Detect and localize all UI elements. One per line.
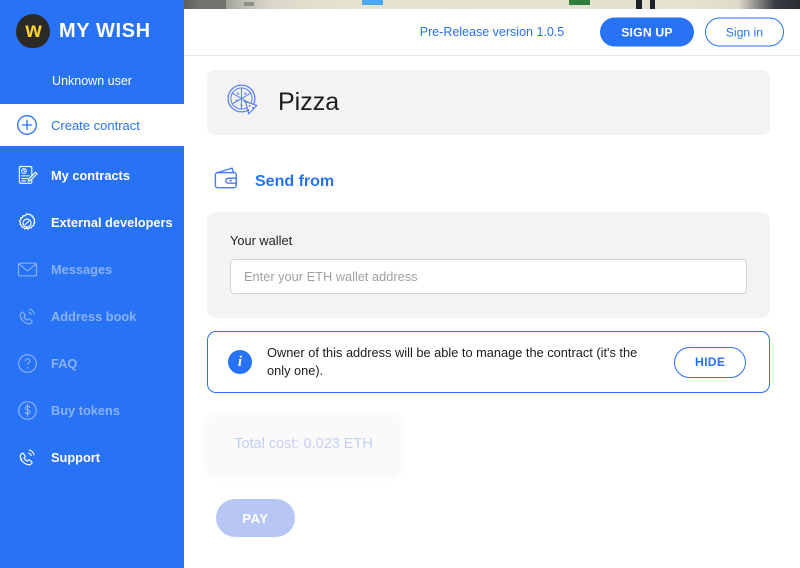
pizza-icon [225, 82, 261, 123]
section-title: Send from [255, 172, 335, 190]
phone-icon [14, 304, 40, 330]
wallet-icon [212, 164, 242, 199]
sidebar-item-address-book[interactable]: Address book [0, 293, 184, 340]
photo-strip-patch [244, 2, 254, 6]
photo-strip-blue-tab [362, 0, 383, 5]
sidebar-item-label: Create contract [51, 117, 140, 133]
sidebar-item-messages[interactable]: Messages [0, 246, 184, 293]
phone-icon [14, 445, 40, 471]
question-circle-icon [14, 351, 40, 377]
sidebar-item-faq[interactable]: FAQ [0, 340, 184, 387]
background-photo-strip [184, 0, 800, 9]
send-from-header: Send from [207, 164, 770, 199]
owner-notice: i Owner of this address will be able to … [207, 331, 770, 393]
wallet-panel: Your wallet [207, 212, 770, 318]
notice-text: Owner of this address will be able to ma… [267, 344, 638, 378]
dollar-circle-icon [14, 398, 40, 424]
wallet-field-label: Your wallet [230, 233, 293, 248]
sign-up-button[interactable]: SIGN UP [600, 17, 694, 47]
sidebar-item-label: Messages [51, 262, 113, 277]
hide-notice-button[interactable]: HIDE [674, 346, 747, 378]
sidebar-item-external-developers[interactable]: External developers [0, 199, 184, 246]
sidebar-item-my-contracts[interactable]: My contracts [0, 152, 184, 199]
sidebar-nav: Create contract My contracts External de… [0, 104, 184, 481]
sidebar-item-label: FAQ [51, 356, 78, 371]
gear-icon [14, 210, 40, 236]
logo-letter: w [25, 18, 41, 42]
sidebar-item-create-contract[interactable]: Create contract [0, 104, 184, 146]
info-icon: i [228, 350, 252, 374]
pay-button[interactable]: PAY [216, 499, 295, 537]
auth-actions: SIGN UP Sign in [600, 17, 784, 47]
sidebar-item-label: Address book [51, 309, 137, 324]
main-content: Pre-Release version 1.0.5 SIGN UP Sign i… [184, 0, 800, 568]
sidebar-item-label: Support [51, 450, 101, 465]
sidebar-item-support[interactable]: Support [0, 434, 184, 481]
sidebar-item-label: External developers [51, 215, 173, 230]
wallet-address-input[interactable] [230, 259, 747, 294]
page-title: Pizza [278, 88, 340, 116]
version-label: Pre-Release version 1.0.5 [419, 25, 565, 39]
sign-in-button[interactable]: Sign in [704, 17, 784, 47]
envelope-icon [14, 257, 40, 283]
photo-strip-dark-bar [636, 0, 642, 9]
brand-name: MY WISH [59, 19, 151, 42]
total-cost-label: Total cost: 0.023 ETH [234, 436, 373, 452]
plus-circle-icon [14, 112, 40, 138]
content-area: Pizza Send from Your wallet i [184, 56, 800, 537]
document-pencil-icon [14, 163, 40, 189]
contract-title-card: Pizza [207, 70, 770, 135]
top-bar: Pre-Release version 1.0.5 SIGN UP Sign i… [184, 9, 800, 56]
photo-strip-green-tab [569, 0, 590, 5]
photo-strip-patch [198, 0, 226, 9]
total-cost-card: Total cost: 0.023 ETH [207, 415, 400, 473]
app-root: w MY WISH Unknown user Create contract M… [0, 0, 800, 568]
sidebar-item-buy-tokens[interactable]: Buy tokens [0, 387, 184, 434]
sidebar-item-label: My contracts [51, 168, 130, 183]
current-user-label: Unknown user [52, 74, 132, 88]
photo-strip-dark-bar [650, 0, 655, 9]
mywish-logo-icon: w [16, 14, 50, 48]
sidebar-item-label: Buy tokens [51, 403, 120, 418]
brand-logo[interactable]: w MY WISH [0, 0, 184, 62]
sidebar: w MY WISH Unknown user Create contract M… [0, 0, 184, 568]
